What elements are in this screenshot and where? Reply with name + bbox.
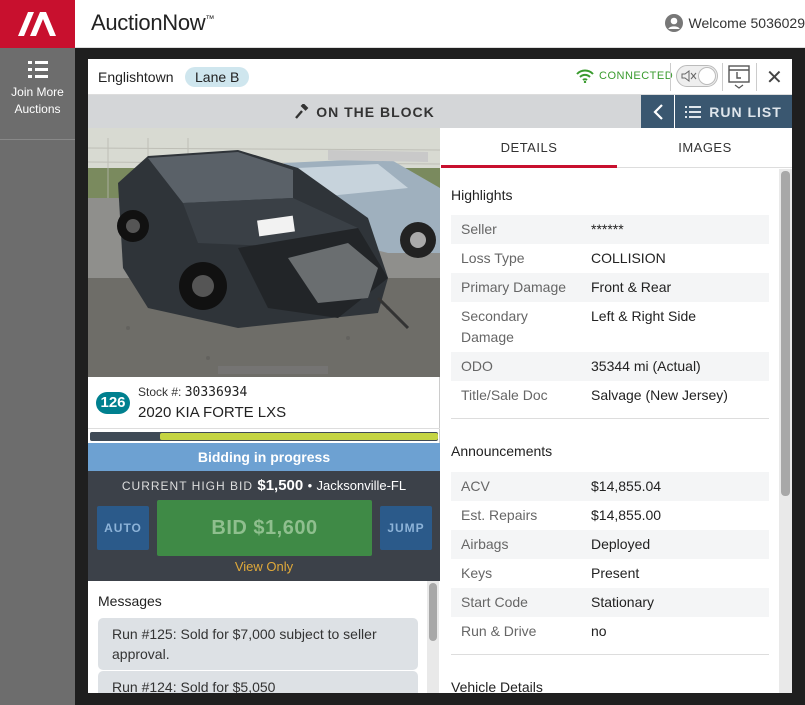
join-more-auctions-button[interactable]: Join More Auctions xyxy=(0,48,75,140)
current-high-bid: CURRENT HIGH BID $1,500 • Jacksonville-F… xyxy=(121,477,407,494)
detail-row: Title/Sale Doc Salvage (New Jersey) xyxy=(461,387,728,403)
run-number-badge: 126 xyxy=(96,392,130,414)
top-bar: AuctionNow™ Welcome 5036029 xyxy=(0,0,805,48)
app-brand: AuctionNow™ xyxy=(91,10,215,35)
window-bottom-edge xyxy=(75,693,805,705)
logo-mark-icon xyxy=(17,12,56,36)
lot-column: 126 Stock #: 30336934 2020 KIA FORTE LXS… xyxy=(88,128,440,703)
lane-badge: Lane B xyxy=(185,67,250,87)
wifi-icon xyxy=(576,69,594,83)
calendar-icon xyxy=(728,65,750,89)
auction-panel: Englishtown Lane B CONNECTED ✕ ON THE BL… xyxy=(88,59,792,703)
detail-row: Est. Repairs $14,855.00 xyxy=(461,507,662,523)
bid-controls: CURRENT HIGH BID $1,500 • Jacksonville-F… xyxy=(88,471,440,581)
announcements-title: Announcements xyxy=(451,443,553,459)
header-divider xyxy=(670,63,671,91)
messages-panel: Messages Run #125: Sold for $7,000 subje… xyxy=(88,581,440,703)
detail-row: ACV $14,855.04 xyxy=(451,472,769,501)
details-content: Highlights Seller ****** Loss Type COLLI… xyxy=(441,169,779,693)
detail-row: Airbags Deployed xyxy=(451,530,769,559)
schedule-button[interactable] xyxy=(728,64,750,95)
iaa-logo[interactable] xyxy=(0,0,75,48)
join-label-line2: Auctions xyxy=(14,102,61,116)
connection-status: CONNECTED xyxy=(576,69,673,83)
panel-header: Englishtown Lane B CONNECTED ✕ xyxy=(88,59,792,95)
close-icon[interactable]: ✕ xyxy=(766,65,783,90)
join-label-line1: Join More xyxy=(11,85,64,99)
progress-fill xyxy=(159,433,438,440)
detail-row: Secondary Damage Left & Right Side xyxy=(461,308,697,345)
user-menu[interactable]: Welcome 5036029 xyxy=(664,14,805,32)
detail-row: Run & Drive no xyxy=(461,623,607,639)
gavel-icon xyxy=(295,103,309,119)
lot-info: 126 Stock #: 30336934 2020 KIA FORTE LXS xyxy=(88,377,440,429)
vehicle-details-title: Vehicle Details xyxy=(451,679,543,693)
header-divider xyxy=(756,63,757,91)
jump-bid-button[interactable]: JUMP xyxy=(380,506,432,550)
messages-scroll-thumb[interactable] xyxy=(429,583,437,641)
collapse-button[interactable] xyxy=(641,95,674,128)
tab-images[interactable]: IMAGES xyxy=(617,128,792,168)
chevron-left-icon xyxy=(652,103,663,120)
message-item: Run #125: Sold for $7,000 subject to sel… xyxy=(98,618,418,670)
messages-scrollbar[interactable] xyxy=(427,581,439,693)
welcome-text: Welcome 5036029 xyxy=(688,15,805,31)
user-avatar-icon xyxy=(664,14,683,32)
mute-icon xyxy=(681,70,697,82)
detail-row: ODO 35344 mi (Actual) xyxy=(451,352,769,381)
detail-row: Primary Damage Front & Rear xyxy=(451,273,769,302)
sound-toggle[interactable] xyxy=(676,65,718,87)
list-icon xyxy=(685,105,702,118)
bid-button[interactable]: BID $1,600 xyxy=(157,500,372,556)
auction-location: Englishtown xyxy=(98,69,174,85)
section-divider xyxy=(451,418,769,419)
highlights-title: Highlights xyxy=(451,187,513,203)
vehicle-photo[interactable] xyxy=(88,128,440,377)
header-divider xyxy=(722,63,723,91)
grid-list-icon xyxy=(27,61,48,78)
details-scroll-thumb[interactable] xyxy=(781,171,790,496)
section-divider xyxy=(451,654,769,655)
sidebar: Join More Auctions xyxy=(0,48,75,705)
details-column: DETAILS IMAGES Highlights Seller ****** … xyxy=(441,128,792,693)
run-list-button[interactable]: RUN LIST xyxy=(675,95,792,128)
detail-row: Seller ****** xyxy=(451,215,769,244)
detail-row: Keys Present xyxy=(461,565,640,581)
messages-title: Messages xyxy=(98,593,162,609)
view-only-label: View Only xyxy=(234,559,294,574)
vehicle-title: 2020 KIA FORTE LXS xyxy=(138,404,287,421)
stock-number: Stock #: 30336934 xyxy=(138,385,248,400)
damaged-car-image xyxy=(88,128,440,377)
auto-bid-button[interactable]: AUTO xyxy=(97,506,149,550)
bidding-status: Bidding in progress xyxy=(88,443,440,471)
bidding-progress-bar xyxy=(90,432,438,441)
tab-details[interactable]: DETAILS xyxy=(441,128,617,168)
on-the-block-bar: ON THE BLOCK xyxy=(88,95,641,128)
details-scrollbar[interactable] xyxy=(779,169,792,693)
toggle-knob xyxy=(698,67,716,85)
detail-row: Loss Type COLLISION xyxy=(461,250,666,266)
detail-row: Start Code Stationary xyxy=(451,588,769,617)
detail-tabs: DETAILS IMAGES xyxy=(441,128,792,168)
